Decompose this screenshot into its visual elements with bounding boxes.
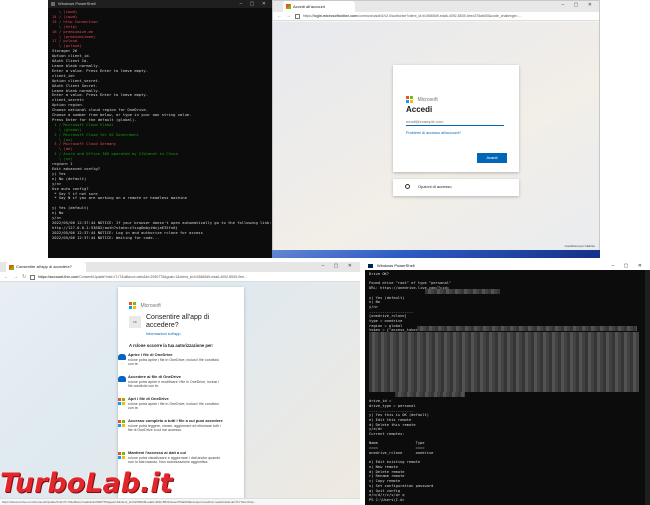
permission-item: Apri i file di OneDrive rclone potrà apr…: [118, 396, 223, 411]
url-host: login.microsoftonline.com: [313, 14, 358, 18]
next-button[interactable]: Avanti: [477, 153, 507, 163]
permission-item: Accesso completo a tutti i file a cui pu…: [118, 418, 223, 433]
email-input[interactable]: [406, 117, 504, 126]
window-controls[interactable]: – ▢ ✕: [612, 262, 646, 270]
window-controls[interactable]: – ▢ ✕: [240, 0, 269, 8]
back-arrow-icon[interactable]: ←: [4, 274, 9, 280]
microsoft-logo-icon: [118, 420, 125, 427]
permission-item: Aprire i file di OneDrive rclone potrà a…: [118, 352, 223, 367]
permissions-intro: A rclone occorre la tua autorizzazione p…: [129, 343, 214, 348]
microsoft-logo-icon: [129, 302, 136, 310]
terminal-titlebar[interactable]: Windows PowerShell – ▢ ✕: [48, 0, 272, 8]
url-path: /Consent/Update?mkt=IT-IT&uiflavor=web&i…: [78, 275, 247, 279]
permission-desc: rclone potrà leggere, creare, aggiornare…: [128, 423, 221, 433]
powershell-icon: [51, 2, 55, 6]
redacted-token-block: [369, 332, 639, 392]
app-avatar: rc: [129, 316, 141, 328]
window-controls[interactable]: – ▢ ✕: [562, 2, 596, 8]
address-bar[interactable]: ← → https://login.microsoftonline.com/comm…: [273, 12, 599, 21]
microsoft-logo-icon: [118, 398, 125, 405]
terminal-title: Windows PowerShell: [377, 263, 415, 268]
microsoft-favicon: [286, 4, 291, 9]
terms-link[interactable]: Condizioni per l'utilizzo: [565, 244, 595, 248]
terminal-title: Windows PowerShell: [58, 1, 96, 6]
scrollbar[interactable]: [645, 270, 650, 505]
signin-options-card[interactable]: Opzioni di accesso: [393, 179, 519, 196]
powershell-icon: [368, 264, 373, 268]
signin-browser-window[interactable]: Accedi all'account – ▢ ✕ ← → https://login…: [272, 0, 600, 250]
forward-arrow-icon[interactable]: →: [13, 274, 18, 280]
microsoft-logo-icon: [118, 452, 125, 459]
onedrive-icon: [118, 354, 126, 360]
url-prefix: https://: [303, 14, 314, 18]
back-arrow-icon[interactable]: ←: [277, 13, 282, 19]
terminal-line: PS C:\Users\I.A>: [369, 497, 405, 502]
brand-name: Microsoft: [417, 96, 438, 103]
permission-desc: rclone potrà aprire e modificare i file …: [128, 379, 219, 389]
url-host: https://account.live.com: [38, 275, 79, 279]
permission-desc: rclone potrà aprire i file in OneDrive, …: [128, 401, 219, 411]
tab-consent[interactable]: Consentire all'app di accedere?: [6, 262, 86, 272]
signin-options-label: Opzioni di accesso: [418, 184, 452, 189]
app-info-link[interactable]: Informazioni sull'app: [146, 332, 181, 336]
window-controls[interactable]: – ▢ ✕: [322, 263, 356, 269]
microsoft-logo: Microsoft: [129, 297, 161, 315]
terminal-output: \ (iowd) 14 / (iowd) 15 / http Connection …: [48, 8, 272, 243]
page-title: Consentire all'app di accedere?: [146, 314, 210, 329]
powershell-window[interactable]: Windows PowerShell – ▢ ✕ Drive OK? Found…: [365, 262, 650, 505]
permission-desc: rclone potrà aprire i file in OneDrive, …: [128, 357, 219, 367]
tab-title: Consentire all'app di accedere?: [16, 264, 72, 269]
signin-card: Microsoft Accedi Problemi di accesso all…: [393, 65, 519, 172]
terminal-titlebar[interactable]: Windows PowerShell – ▢ ✕: [365, 262, 650, 270]
address-bar[interactable]: ← → ↻ https://account.live.com/Consent/Upda…: [0, 272, 360, 282]
watermark-logo: TurboLab.it: [0, 468, 173, 499]
forward-arrow-icon[interactable]: →: [286, 13, 291, 19]
key-search-icon: [405, 184, 410, 189]
lock-icon: [30, 274, 36, 280]
terminal-line: 2022/05/06 12:37:44 NOTICE: Waiting for …: [52, 234, 160, 240]
redacted-url: [425, 289, 500, 294]
tab-signin[interactable]: Accedi all'account: [283, 1, 355, 12]
tab-title: Accedi all'account: [293, 4, 325, 9]
redacted-token: [417, 326, 637, 331]
lock-icon: [295, 13, 300, 19]
permission-desc: rclone potrà visualizzare e aggiornare i…: [128, 455, 221, 465]
rclone-config-terminal[interactable]: Windows PowerShell – ▢ ✕ \ (iowd) 14 / (i…: [48, 0, 272, 258]
redacted-drive-id: [395, 392, 465, 397]
onedrive-icon: [118, 376, 126, 382]
microsoft-logo-icon: [406, 96, 413, 104]
url-path: /common/oauth2/v2.0/authorize?client_id=…: [357, 14, 521, 18]
brand-name: Microsoft: [140, 302, 161, 309]
page-title: Accedi: [406, 105, 433, 114]
microsoft-favicon: [9, 264, 14, 270]
permission-item: Accedere ai file di OneDrive rclone potr…: [118, 374, 223, 389]
cant-access-link[interactable]: Problemi di accesso all'account?: [406, 131, 461, 135]
reload-icon[interactable]: ↻: [22, 274, 26, 280]
permission-item: Mantieni l'accesso ai dati a cui rclone …: [118, 450, 223, 465]
